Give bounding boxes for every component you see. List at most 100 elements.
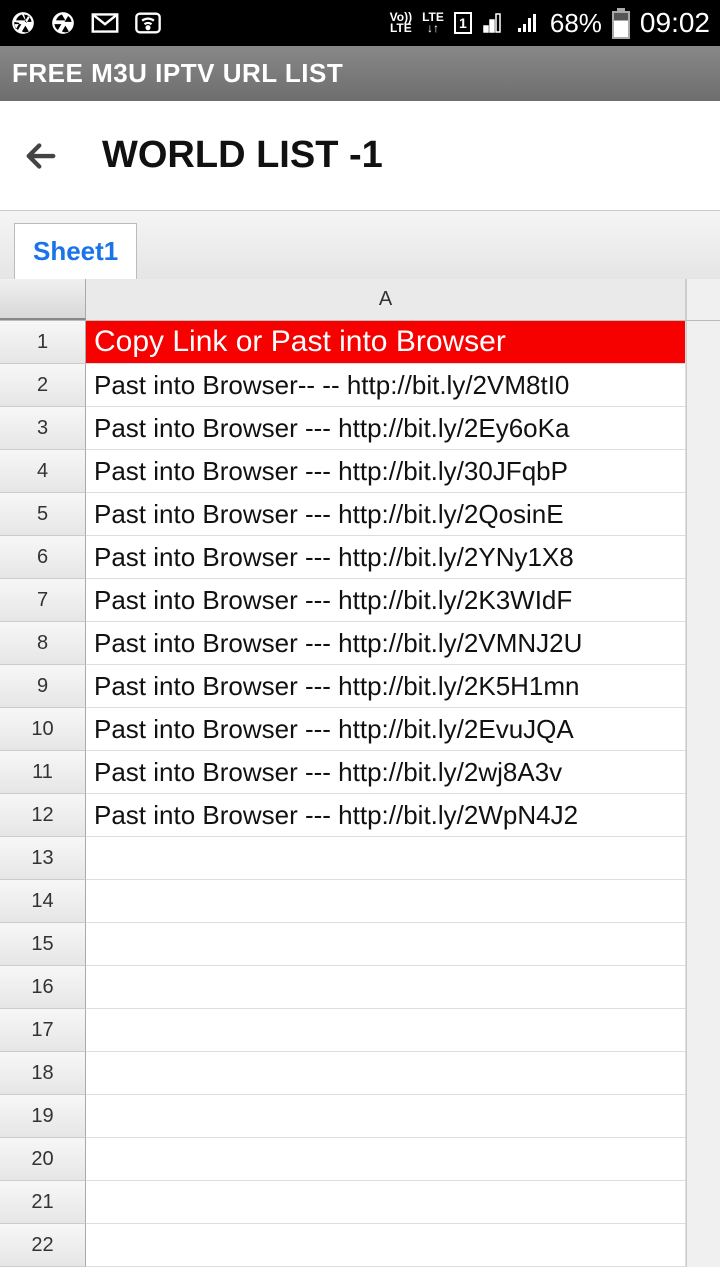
- vertical-scrollbar[interactable]: [686, 837, 720, 880]
- row-header[interactable]: 11: [0, 751, 86, 794]
- wifi-icon: [134, 11, 162, 35]
- row-header[interactable]: 9: [0, 665, 86, 708]
- table-row: 22: [0, 1224, 720, 1267]
- cell[interactable]: [86, 1181, 686, 1224]
- status-bar: Vo))LTE LTE↓↑ 1 68% 09:02: [0, 0, 720, 46]
- table-row: 11Past into Browser --- http://bit.ly/2w…: [0, 751, 720, 794]
- vertical-scrollbar[interactable]: [686, 665, 720, 708]
- spreadsheet: A 1Copy Link or Past into Browser2Past i…: [0, 279, 720, 1267]
- column-header-row: A: [0, 279, 720, 321]
- cell[interactable]: Past into Browser --- http://bit.ly/2K5H…: [86, 665, 686, 708]
- vertical-scrollbar[interactable]: [686, 1009, 720, 1052]
- lte-indicator: LTE↓↑: [422, 12, 444, 34]
- cell[interactable]: [86, 1138, 686, 1181]
- row-header[interactable]: 19: [0, 1095, 86, 1138]
- row-header[interactable]: 2: [0, 364, 86, 407]
- table-row: 4Past into Browser --- http://bit.ly/30J…: [0, 450, 720, 493]
- cell[interactable]: Past into Browser --- http://bit.ly/2VMN…: [86, 622, 686, 665]
- table-row: 15: [0, 923, 720, 966]
- vertical-scrollbar[interactable]: [686, 923, 720, 966]
- back-button[interactable]: [20, 135, 62, 177]
- cell[interactable]: Past into Browser --- http://bit.ly/30JF…: [86, 450, 686, 493]
- camera-aperture-icon: [10, 10, 36, 36]
- camera-aperture-icon: [50, 10, 76, 36]
- vertical-scrollbar[interactable]: [686, 1052, 720, 1095]
- cell[interactable]: [86, 1095, 686, 1138]
- row-header[interactable]: 3: [0, 407, 86, 450]
- vertical-scrollbar[interactable]: [686, 279, 720, 320]
- vertical-scrollbar[interactable]: [686, 880, 720, 923]
- table-row: 16: [0, 966, 720, 1009]
- vertical-scrollbar[interactable]: [686, 794, 720, 837]
- cell[interactable]: Copy Link or Past into Browser: [86, 321, 686, 364]
- signal-bars-icon: [516, 12, 540, 34]
- vertical-scrollbar[interactable]: [686, 407, 720, 450]
- cell[interactable]: Past into Browser --- http://bit.ly/2WpN…: [86, 794, 686, 837]
- table-row: 14: [0, 880, 720, 923]
- cell[interactable]: [86, 1224, 686, 1267]
- vertical-scrollbar[interactable]: [686, 966, 720, 1009]
- table-row: 1Copy Link or Past into Browser: [0, 321, 720, 364]
- table-row: 21: [0, 1181, 720, 1224]
- vertical-scrollbar[interactable]: [686, 321, 720, 364]
- vertical-scrollbar[interactable]: [686, 1181, 720, 1224]
- cell[interactable]: [86, 966, 686, 1009]
- vertical-scrollbar[interactable]: [686, 493, 720, 536]
- volte-indicator: Vo))LTE: [390, 12, 412, 34]
- vertical-scrollbar[interactable]: [686, 364, 720, 407]
- page-header: WORLD LIST -1: [0, 101, 720, 211]
- row-header[interactable]: 8: [0, 622, 86, 665]
- select-all-corner[interactable]: [0, 279, 86, 320]
- vertical-scrollbar[interactable]: [686, 1138, 720, 1181]
- cell[interactable]: Past into Browser-- -- http://bit.ly/2VM…: [86, 364, 686, 407]
- vertical-scrollbar[interactable]: [686, 579, 720, 622]
- row-header[interactable]: 15: [0, 923, 86, 966]
- sim-indicator: 1: [454, 12, 472, 34]
- vertical-scrollbar[interactable]: [686, 450, 720, 493]
- row-header[interactable]: 13: [0, 837, 86, 880]
- cell[interactable]: [86, 1009, 686, 1052]
- table-row: 19: [0, 1095, 720, 1138]
- row-header[interactable]: 10: [0, 708, 86, 751]
- row-header[interactable]: 16: [0, 966, 86, 1009]
- row-header[interactable]: 7: [0, 579, 86, 622]
- cell[interactable]: Past into Browser --- http://bit.ly/2wj8…: [86, 751, 686, 794]
- cell[interactable]: [86, 837, 686, 880]
- cell[interactable]: Past into Browser --- http://bit.ly/2Ey6…: [86, 407, 686, 450]
- table-row: 5Past into Browser --- http://bit.ly/2Qo…: [0, 493, 720, 536]
- vertical-scrollbar[interactable]: [686, 536, 720, 579]
- cell[interactable]: Past into Browser --- http://bit.ly/2K3W…: [86, 579, 686, 622]
- battery-icon: [612, 8, 630, 39]
- row-header[interactable]: 18: [0, 1052, 86, 1095]
- row-header[interactable]: 4: [0, 450, 86, 493]
- table-row: 13: [0, 837, 720, 880]
- row-header[interactable]: 17: [0, 1009, 86, 1052]
- table-row: 12Past into Browser --- http://bit.ly/2W…: [0, 794, 720, 837]
- vertical-scrollbar[interactable]: [686, 708, 720, 751]
- row-header[interactable]: 12: [0, 794, 86, 837]
- vertical-scrollbar[interactable]: [686, 1224, 720, 1267]
- row-header[interactable]: 14: [0, 880, 86, 923]
- row-header[interactable]: 21: [0, 1181, 86, 1224]
- cell[interactable]: [86, 880, 686, 923]
- vertical-scrollbar[interactable]: [686, 622, 720, 665]
- row-header[interactable]: 6: [0, 536, 86, 579]
- table-row: 18: [0, 1052, 720, 1095]
- row-header[interactable]: 20: [0, 1138, 86, 1181]
- mail-icon: [90, 12, 120, 34]
- vertical-scrollbar[interactable]: [686, 1095, 720, 1138]
- row-header[interactable]: 5: [0, 493, 86, 536]
- cell[interactable]: Past into Browser --- http://bit.ly/2Qos…: [86, 493, 686, 536]
- column-header-a[interactable]: A: [86, 279, 686, 320]
- cell[interactable]: [86, 1052, 686, 1095]
- row-header[interactable]: 1: [0, 321, 86, 364]
- cell[interactable]: [86, 923, 686, 966]
- table-row: 6Past into Browser --- http://bit.ly/2YN…: [0, 536, 720, 579]
- vertical-scrollbar[interactable]: [686, 751, 720, 794]
- cell[interactable]: Past into Browser --- http://bit.ly/2YNy…: [86, 536, 686, 579]
- table-row: 9Past into Browser --- http://bit.ly/2K5…: [0, 665, 720, 708]
- row-header[interactable]: 22: [0, 1224, 86, 1267]
- table-row: 2Past into Browser-- -- http://bit.ly/2V…: [0, 364, 720, 407]
- tab-sheet1[interactable]: Sheet1: [14, 223, 137, 279]
- cell[interactable]: Past into Browser --- http://bit.ly/2Evu…: [86, 708, 686, 751]
